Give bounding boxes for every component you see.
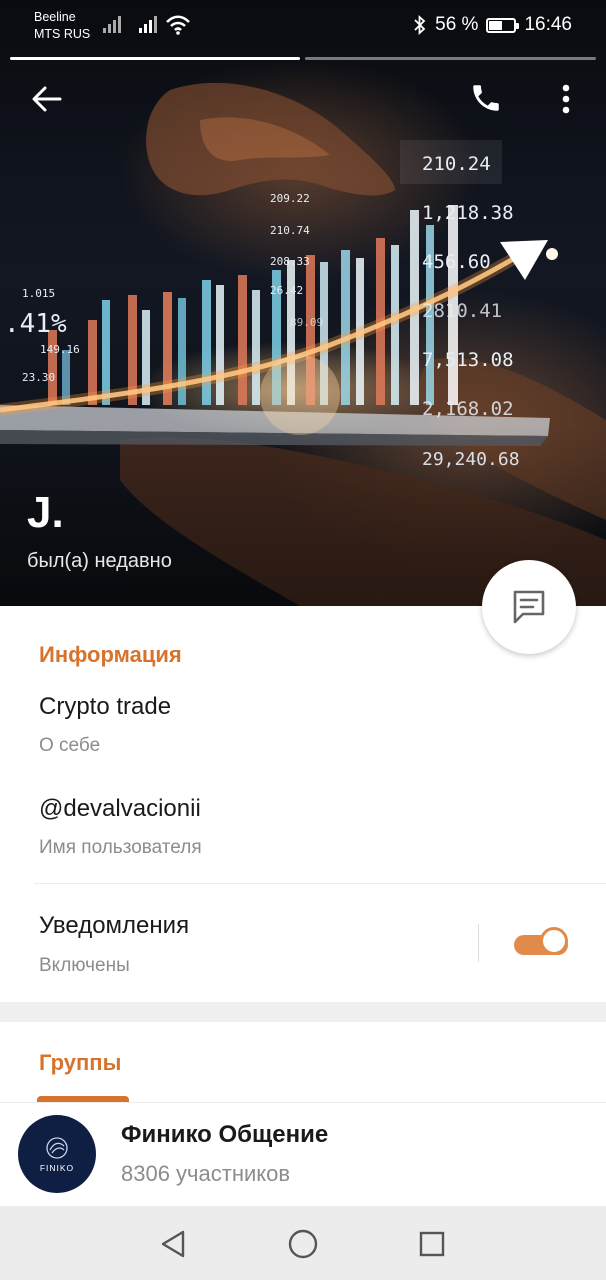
group-name: Финико Общение: [121, 1121, 329, 1148]
more-vert-icon: [562, 84, 570, 114]
nav-home-icon: [288, 1229, 318, 1259]
toggle-knob: [540, 927, 568, 955]
status-right: 56 % 16:46: [413, 14, 572, 36]
divider: [34, 883, 606, 884]
battery-percent: 56 %: [435, 14, 479, 35]
finiko-logo-icon: [46, 1136, 68, 1159]
wifi-icon: [166, 15, 190, 35]
back-button[interactable]: [26, 78, 68, 120]
last-seen-status: был(а) недавно: [27, 550, 172, 572]
groups-section-title[interactable]: Группы: [39, 1050, 121, 1076]
message-button[interactable]: [482, 560, 576, 654]
nav-back-icon: [161, 1230, 185, 1258]
back-arrow-icon: [32, 86, 62, 112]
status-bar: Beeline MTS RUS 56 % 16:46: [0, 0, 606, 56]
notifications-title: Уведомления: [39, 912, 190, 939]
profile-name: J.: [27, 488, 64, 537]
username-label: Имя пользователя: [39, 837, 202, 858]
message-icon: [513, 590, 545, 624]
story-progress-active: [10, 57, 300, 60]
notifications-toggle[interactable]: [514, 927, 572, 959]
section-gap: [0, 1002, 606, 1022]
profile-cover: 210.24 1,218.38 456.60 2810.41 7,513.08 …: [0, 0, 606, 606]
carrier-2: MTS RUS: [34, 27, 91, 41]
cover-shade: [0, 0, 606, 606]
groups-section: Группы: [0, 1022, 606, 1104]
carrier-info: Beeline MTS RUS: [34, 9, 90, 43]
carrier-1: Beeline: [34, 10, 76, 24]
bio-value: Crypto trade: [39, 693, 172, 720]
call-button[interactable]: [464, 76, 508, 120]
username-value: @devalvacionii: [39, 795, 201, 822]
info-section: Информация Crypto trade О себе @devalvac…: [0, 606, 606, 1002]
group-avatar-text: FINIKO: [39, 1162, 75, 1173]
phone-icon: [473, 85, 499, 111]
nav-home-button[interactable]: [283, 1224, 323, 1264]
story-progress-next: [305, 57, 596, 60]
nav-recents-icon: [419, 1231, 445, 1257]
clock: 16:46: [524, 14, 572, 35]
group-member-count: 8306 участников: [121, 1161, 291, 1186]
group-avatar: FINIKO: [18, 1115, 96, 1193]
more-menu-button[interactable]: [552, 78, 580, 120]
system-nav-bar: [0, 1206, 606, 1280]
info-section-title: Информация: [39, 642, 182, 667]
notifications-status: Включены: [39, 955, 130, 976]
vertical-divider: [478, 924, 479, 962]
nav-back-button[interactable]: [153, 1224, 193, 1264]
battery-fill: [489, 20, 503, 30]
signal-icon: [139, 16, 157, 33]
signal-icon: [103, 16, 121, 33]
battery-icon: [486, 17, 520, 33]
bio-label: О себе: [39, 735, 101, 756]
group-list-item[interactable]: FINIKO Финико Общение 8306 участников: [0, 1102, 606, 1207]
nav-recents-button[interactable]: [412, 1224, 452, 1264]
bluetooth-icon: [414, 15, 426, 35]
